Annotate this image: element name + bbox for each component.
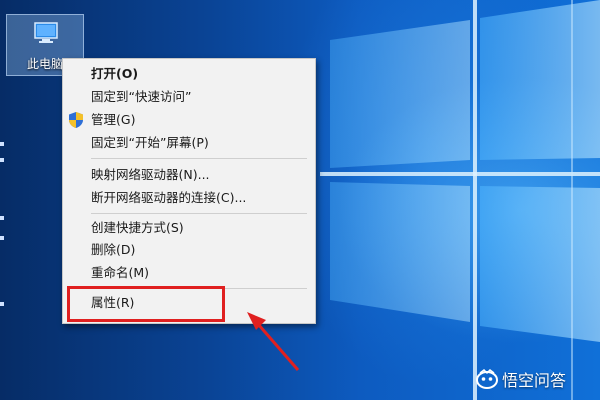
wukong-logo-icon: [476, 369, 498, 389]
watermark-text: 悟空问答: [502, 371, 567, 390]
watermark: 悟空问答: [476, 367, 566, 391]
red-arrow-icon: [247, 312, 300, 371]
desktop-background: 此电脑 打开(O) 固定到“快速访问” 管理(G) 固定到“开始”屏幕(P) 映…: [0, 0, 600, 400]
